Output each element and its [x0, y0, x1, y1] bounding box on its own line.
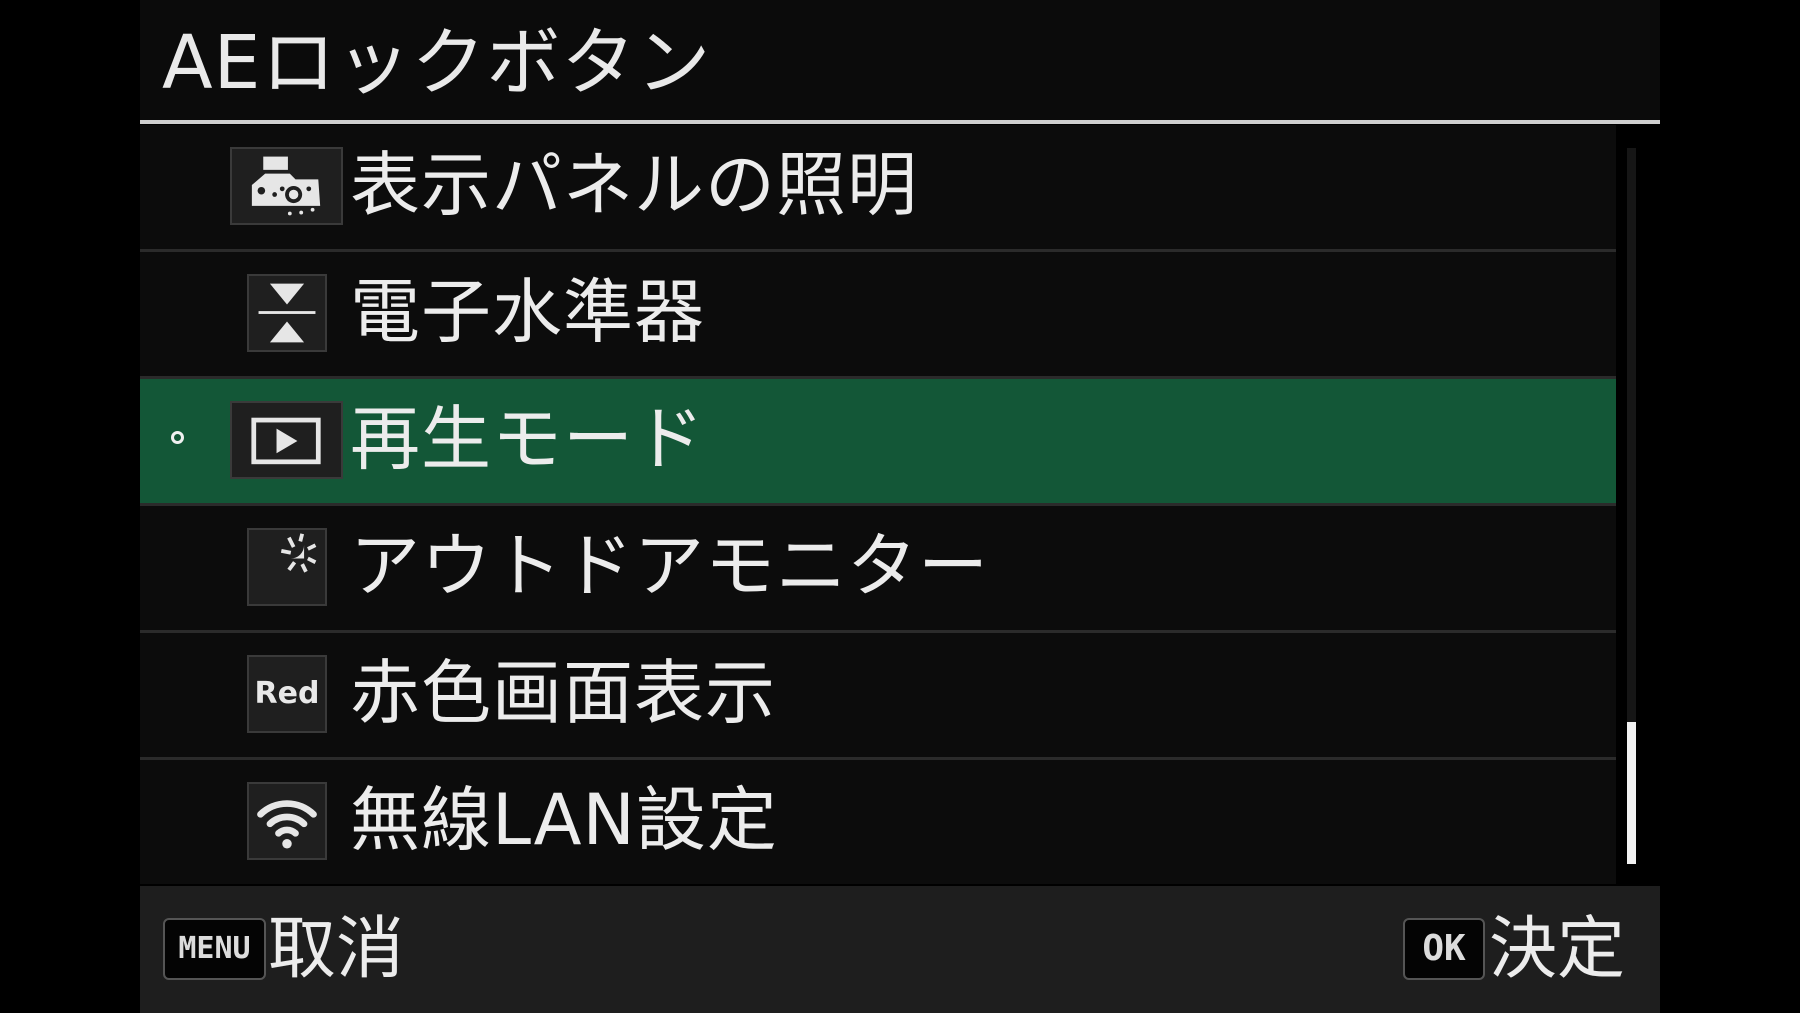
option-playback-mode[interactable]: 再生モード — [140, 379, 1616, 503]
title-bar: AEロックボタン — [140, 0, 1660, 122]
option-red-screen[interactable]: Red 赤色画面表示 — [140, 633, 1616, 757]
title-divider — [140, 120, 1660, 124]
option-outdoor-monitor[interactable]: アウトドアモニター — [140, 506, 1616, 630]
confirm-label[interactable]: 決定 — [1489, 906, 1625, 994]
wifi-icon — [247, 782, 327, 860]
electronic-level-icon — [247, 274, 327, 352]
option-label: 表示パネルの照明 — [350, 144, 918, 226]
option-label: 再生モード — [350, 398, 705, 480]
cancel-label[interactable]: 取消 — [268, 906, 404, 994]
option-electronic-level[interactable]: 電子水準器 — [140, 252, 1616, 376]
selected-indicator-dot — [171, 431, 184, 444]
footer-bar: MENU 取消 OK 決定 — [140, 886, 1660, 1013]
option-label: アウトドアモニター — [350, 525, 989, 607]
outdoor-monitor-icon — [247, 528, 327, 606]
option-list: 表示パネルの照明 電子水準器 再生モード アウトドアモニター Red 赤色画面表… — [140, 125, 1616, 885]
ok-key-badge[interactable]: OK — [1403, 918, 1485, 980]
menu-key-badge[interactable]: MENU — [163, 918, 266, 980]
option-label: 無線LAN設定 — [350, 779, 778, 861]
option-label: 電子水準器 — [350, 271, 705, 353]
option-wireless-lan[interactable]: 無線LAN設定 — [140, 760, 1616, 884]
option-label: 赤色画面表示 — [350, 652, 776, 734]
red-screen-icon: Red — [247, 655, 327, 733]
camera-menu-screen: AEロックボタン 表示パネルの照明 電子水準器 再生モード アウトドアモニター … — [140, 0, 1660, 1013]
scrollbar-thumb[interactable] — [1627, 722, 1636, 864]
page-title: AEロックボタン — [162, 20, 712, 106]
red-icon-text: Red — [254, 676, 320, 711]
playback-icon — [230, 401, 343, 479]
option-display-panel-light[interactable]: 表示パネルの照明 — [140, 125, 1616, 249]
display-panel-light-icon — [230, 147, 343, 225]
